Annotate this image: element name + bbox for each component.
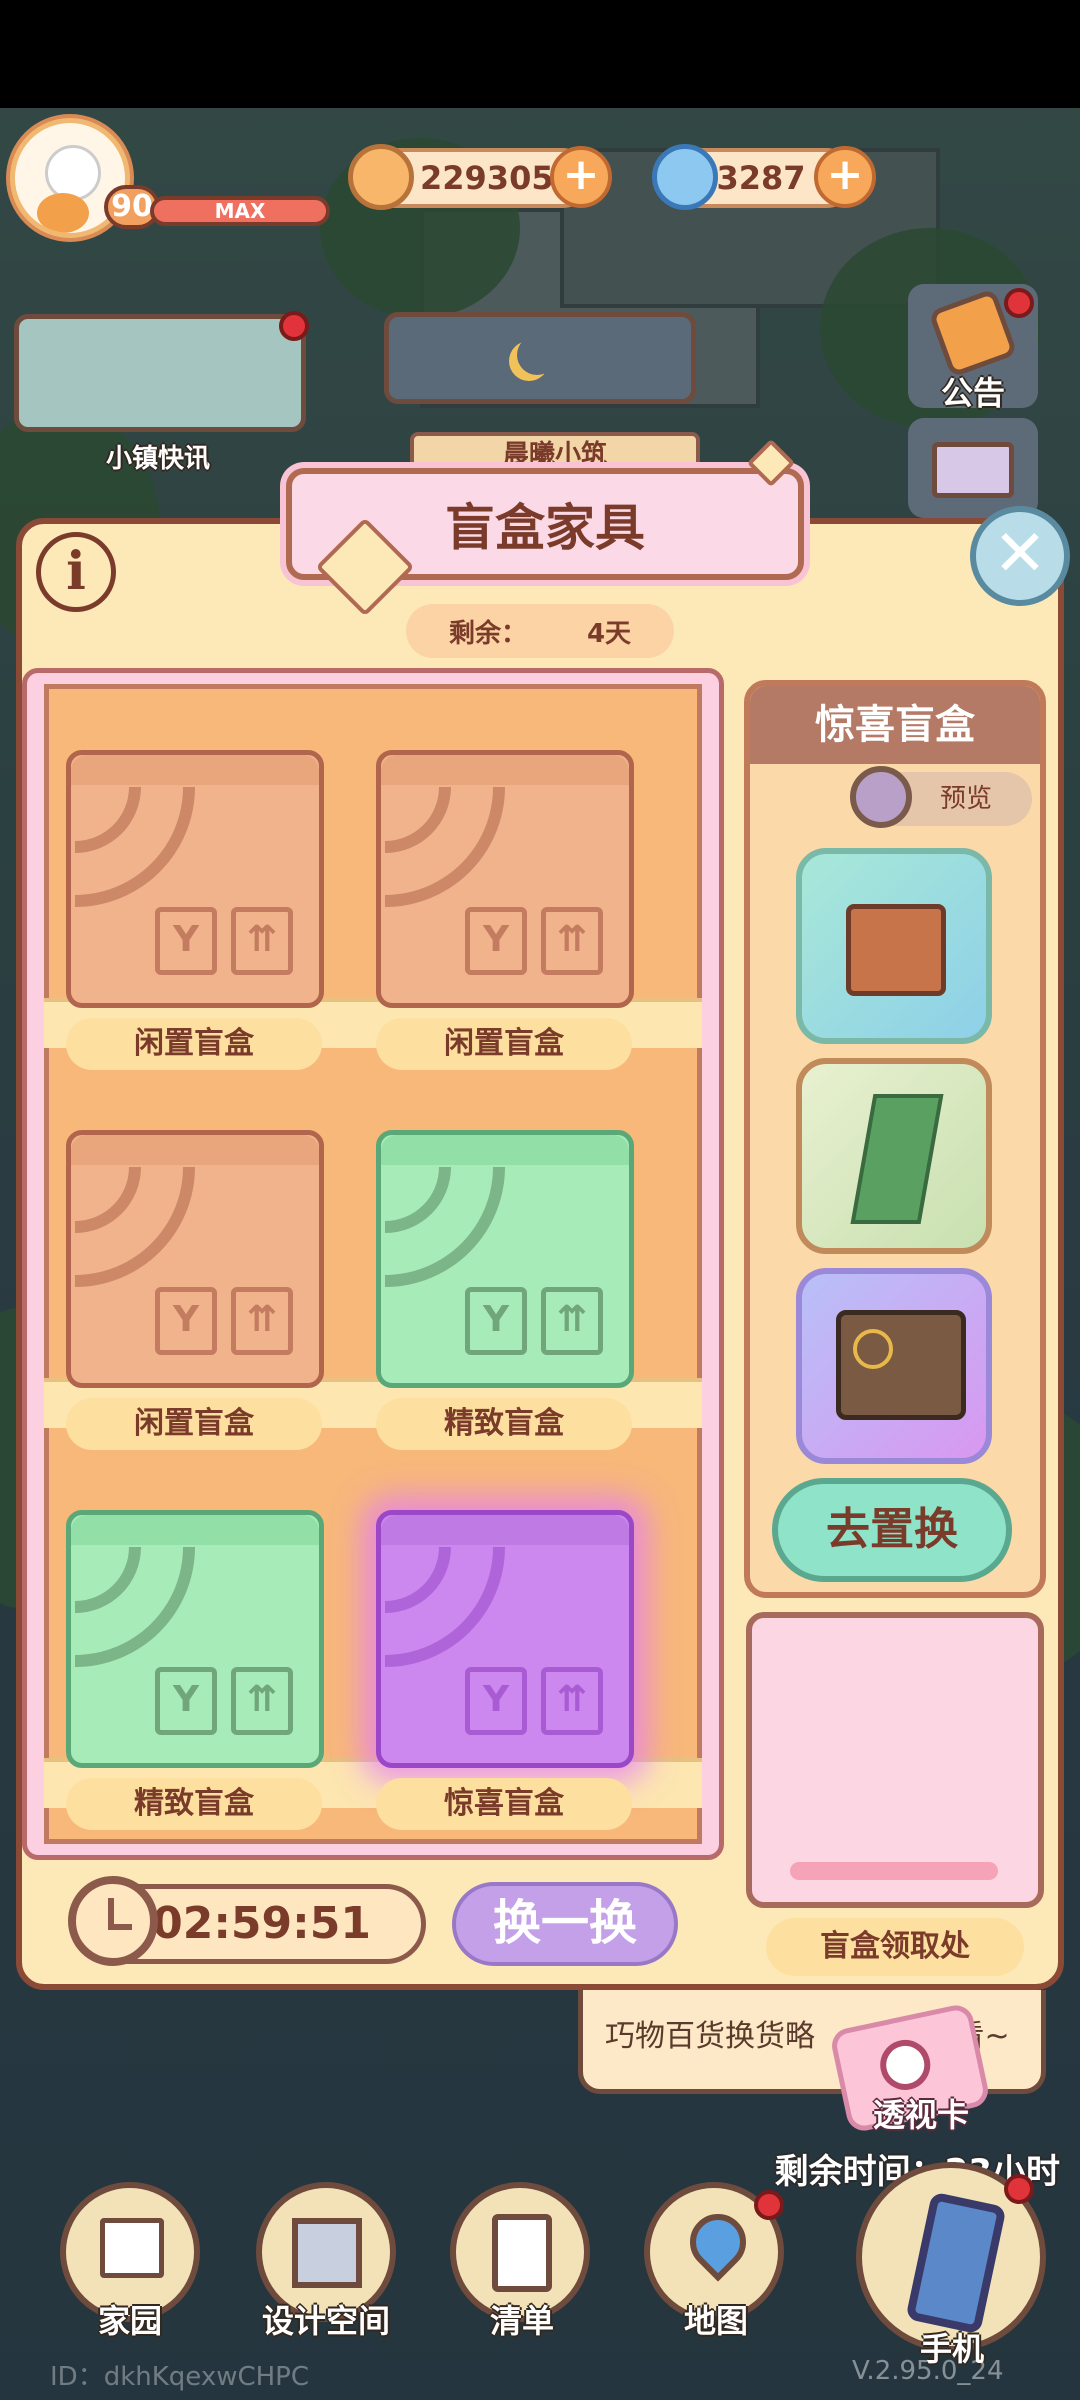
- map-pin-icon: [678, 2202, 758, 2282]
- phone-icon: [905, 2191, 1007, 2335]
- blind-box-idle[interactable]: Y ⇈: [66, 750, 324, 1008]
- notification-dot: [1004, 288, 1034, 318]
- news-card[interactable]: [14, 311, 309, 432]
- notification-dot: [279, 311, 309, 341]
- magnifier-icon: [850, 766, 912, 828]
- blind-box-fine[interactable]: Y ⇈: [66, 1510, 324, 1768]
- pickup-label: 盲盒领取处: [766, 1918, 1024, 1976]
- clock-icon: [68, 1876, 158, 1966]
- box-label: 闲置盲盒: [66, 1398, 322, 1450]
- refresh-button[interactable]: 换一换: [452, 1882, 678, 1966]
- status-bar: [0, 0, 1080, 108]
- notification-dot: [1004, 2174, 1034, 2204]
- box-label: 精致盲盒: [66, 1778, 322, 1830]
- prize-slot[interactable]: [796, 848, 992, 1044]
- nav-map-label: 地图: [683, 2302, 748, 2340]
- shop-tip-text: 巧物百货换货略: [605, 2019, 815, 2054]
- coin-counter: 2293056 +: [348, 144, 612, 210]
- nav-design-space-label: 设计空间: [261, 2302, 390, 2340]
- exp-bar: MAX: [150, 196, 330, 226]
- box-label: 闲置盲盒: [66, 1018, 322, 1070]
- info-button[interactable]: i: [36, 532, 116, 612]
- notification-dot: [754, 2190, 784, 2220]
- gem-amount: 3287: [716, 159, 806, 197]
- prize-slot[interactable]: [796, 1268, 992, 1464]
- blind-box-idle[interactable]: Y ⇈: [376, 750, 634, 1008]
- version-label: V.2.95.0_24: [852, 2356, 1004, 2386]
- player-id: ID：dkhKqexwCHPC: [50, 2362, 310, 2392]
- remaining-days: 剩余： 4天: [406, 604, 674, 658]
- go-exchange-button[interactable]: 去置换: [772, 1478, 1012, 1582]
- pickup-progress-bar: [790, 1862, 998, 1880]
- woven-chest-icon: [846, 904, 946, 996]
- bamboo-screen-icon: [850, 1094, 944, 1224]
- weather-banner: [384, 312, 696, 404]
- news-label: 小镇快讯: [105, 444, 210, 474]
- notice-button[interactable]: 公告: [908, 284, 1038, 412]
- close-button[interactable]: ✕: [970, 506, 1070, 606]
- notice-label: 公告: [940, 374, 1005, 412]
- moon-icon: [517, 335, 557, 375]
- prize-slot[interactable]: [796, 1058, 992, 1254]
- gem-counter: 3287 +: [652, 144, 876, 210]
- box-label: 闲置盲盒: [376, 1018, 632, 1070]
- remaining-value: 4天: [586, 618, 632, 649]
- surprise-box-title: 惊喜盲盒: [750, 686, 1040, 764]
- blind-box-surprise[interactable]: Y ⇈: [376, 1510, 634, 1768]
- radio-cabinet-icon: [836, 1310, 966, 1420]
- house-icon: [100, 2218, 164, 2278]
- blind-box-idle[interactable]: Y ⇈: [66, 1130, 324, 1388]
- mail-icon: [932, 442, 1014, 498]
- swirl-gem-icon: [652, 144, 718, 210]
- preview-label: 预览: [940, 784, 993, 814]
- blueprint-icon: [292, 2218, 362, 2288]
- add-coins-button[interactable]: +: [550, 146, 612, 208]
- xray-card-label: 透视卡: [872, 2096, 969, 2134]
- mail-button[interactable]: [908, 418, 1038, 518]
- nav-checklist-label: 清单: [489, 2302, 554, 2340]
- box-label: 惊喜盲盒: [376, 1778, 632, 1830]
- add-gems-button[interactable]: +: [814, 146, 876, 208]
- checklist-icon: [492, 2214, 552, 2292]
- remaining-label: 剩余：: [448, 618, 527, 649]
- coin-icon: [348, 144, 414, 210]
- nav-home-label: 家园: [97, 2302, 162, 2340]
- blind-box-fine[interactable]: Y ⇈: [376, 1130, 634, 1388]
- box-label: 精致盲盒: [376, 1398, 632, 1450]
